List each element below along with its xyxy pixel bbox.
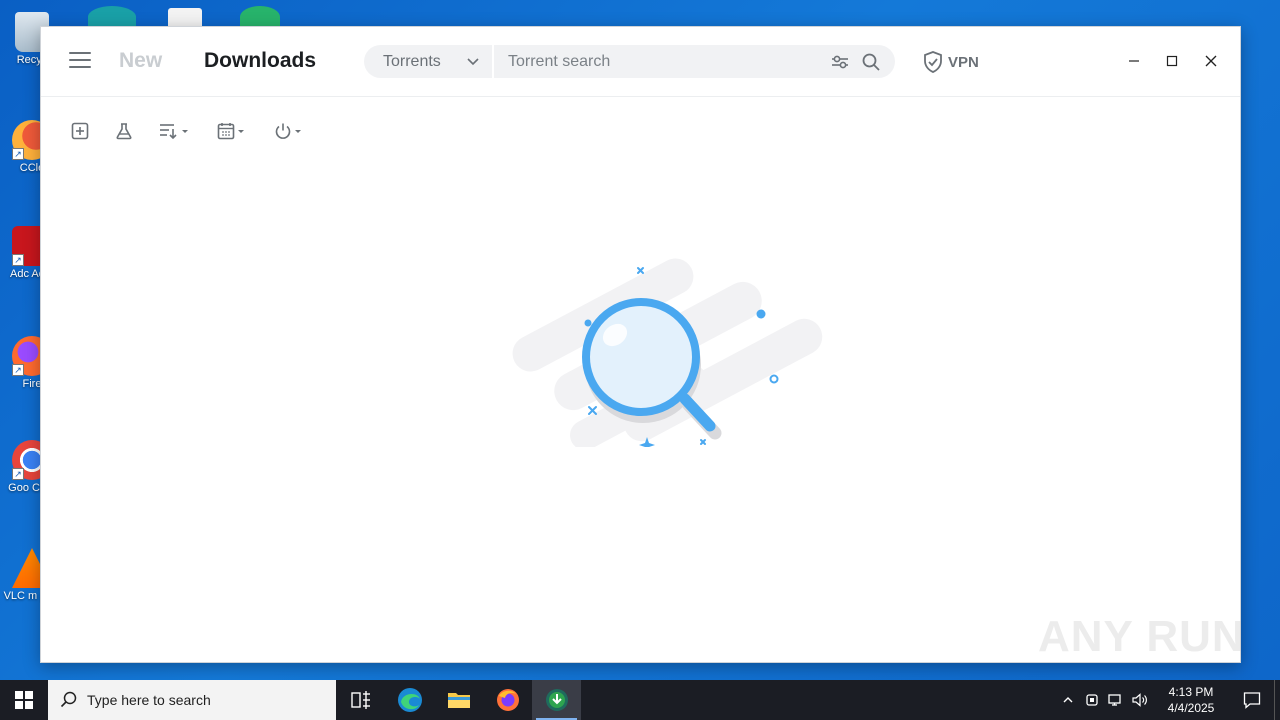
chevron-up-icon xyxy=(1063,697,1073,703)
tab-new[interactable]: New xyxy=(119,49,162,73)
shortcut-arrow-icon: ↗ xyxy=(12,364,24,376)
torrent-app-icon xyxy=(545,689,568,711)
shortcut-arrow-icon: ↗ xyxy=(12,254,24,266)
search-type-label: Torrents xyxy=(383,52,441,70)
sort-list-icon xyxy=(160,124,177,140)
network-icon xyxy=(1108,694,1121,706)
vpn-label: VPN xyxy=(948,53,979,71)
caret-down-icon xyxy=(182,130,188,133)
downloads-toolbar xyxy=(41,120,1240,146)
filter-sliders-icon[interactable] xyxy=(829,51,851,73)
schedule-dropdown-button[interactable] xyxy=(216,120,246,142)
network-button[interactable] xyxy=(1104,680,1128,720)
show-desktop-button[interactable] xyxy=(1274,680,1280,720)
clock-time: 4:13 PM xyxy=(1168,685,1214,699)
taskbar-search-box[interactable]: Type here to search xyxy=(48,680,336,720)
app-desktop-icon-partial[interactable] xyxy=(240,6,280,28)
task-view-icon xyxy=(350,691,370,709)
start-button[interactable] xyxy=(0,680,48,720)
power-dropdown-button[interactable] xyxy=(273,120,303,142)
task-view-button[interactable] xyxy=(336,680,385,720)
edge-icon xyxy=(397,688,422,712)
taskbar-torrent-app[interactable] xyxy=(532,680,581,720)
torrent-search-input[interactable] xyxy=(494,45,829,78)
flask-icon xyxy=(116,123,132,140)
shortcut-arrow-icon: ↗ xyxy=(12,468,24,480)
shield-check-icon xyxy=(924,51,942,73)
taskbar-firefox[interactable] xyxy=(483,680,532,720)
sort-dropdown-button[interactable] xyxy=(158,120,190,142)
notification-center-button[interactable] xyxy=(1230,680,1274,720)
folder-icon xyxy=(447,693,470,708)
add-square-icon xyxy=(71,122,89,140)
anyrun-watermark: ANY RUN xyxy=(1038,612,1245,661)
speaker-icon xyxy=(1132,693,1147,707)
menu-hamburger-icon[interactable] xyxy=(69,52,91,70)
add-torrent-button[interactable] xyxy=(70,120,90,142)
taskbar-search-placeholder: Type here to search xyxy=(87,692,211,708)
maximize-icon[interactable] xyxy=(1162,51,1182,71)
torrent-app-window: New Downloads Torrents Torrent search VP… xyxy=(40,26,1241,663)
empty-state-magnifier-illustration xyxy=(512,258,823,447)
taskbar-clock[interactable]: 4:13 PM 4/4/2025 xyxy=(1160,684,1222,716)
clock-date: 4/4/2025 xyxy=(1167,701,1215,715)
calendar-icon xyxy=(217,123,235,140)
vpn-button[interactable]: VPN xyxy=(923,51,979,73)
power-icon xyxy=(275,123,291,139)
caret-down-icon xyxy=(238,130,244,133)
system-tray: 4:13 PM 4/4/2025 xyxy=(1056,680,1280,720)
search-icon xyxy=(60,691,77,708)
search-bar: Torrents xyxy=(364,45,895,78)
app-header: New Downloads Torrents Torrent search VP… xyxy=(41,27,1240,97)
edge-desktop-icon-partial[interactable] xyxy=(88,6,136,28)
show-hidden-icons-button[interactable] xyxy=(1056,680,1080,720)
windows-taskbar: Type here to search 4:13 PM 4/4/2025 xyxy=(0,680,1280,720)
caret-down-icon xyxy=(295,130,301,133)
search-icon[interactable] xyxy=(861,52,881,72)
taskbar-edge[interactable] xyxy=(385,680,434,720)
minimize-icon[interactable] xyxy=(1124,51,1144,71)
close-icon[interactable] xyxy=(1201,51,1221,71)
create-torrent-button[interactable] xyxy=(114,120,134,142)
notification-icon xyxy=(1243,692,1261,709)
device-icon xyxy=(1086,694,1098,706)
search-type-dropdown[interactable]: Torrents xyxy=(364,45,494,78)
tray-app-button[interactable] xyxy=(1080,680,1104,720)
chevron-down-icon xyxy=(467,58,479,66)
taskbar-file-explorer[interactable] xyxy=(434,680,483,720)
windows-logo-icon xyxy=(15,691,33,709)
volume-button[interactable] xyxy=(1128,680,1152,720)
firefox-icon xyxy=(496,689,519,711)
tab-downloads[interactable]: Downloads xyxy=(204,49,316,73)
shortcut-arrow-icon: ↗ xyxy=(12,148,24,160)
